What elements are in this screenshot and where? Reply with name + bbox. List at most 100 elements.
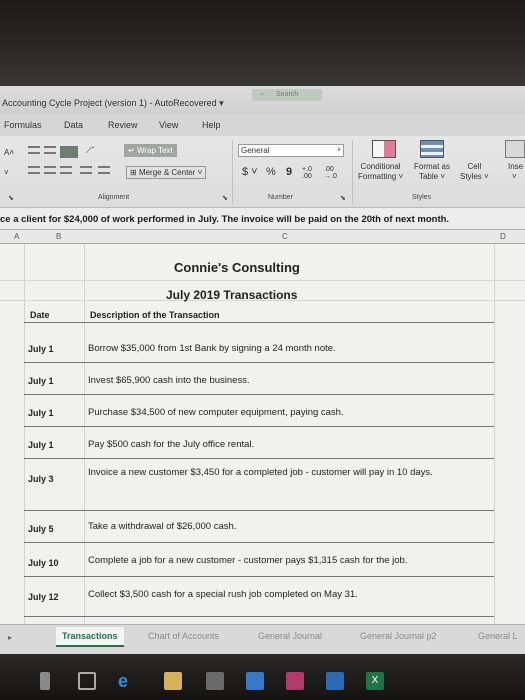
dark-screen-top	[0, 0, 525, 86]
company-name[interactable]: Connie's Consulting	[174, 260, 300, 275]
row-border	[24, 458, 494, 459]
conditional-formatting-button[interactable]: Conditional Formatting ˅	[358, 162, 403, 182]
align-middle-icon[interactable]	[44, 146, 56, 156]
align-center-icon[interactable]	[44, 166, 56, 176]
formula-bar-content: ce a client for $24,000 of work performe…	[0, 214, 450, 225]
transaction-date[interactable]: July 1	[28, 440, 54, 450]
transaction-date[interactable]: July 3	[28, 474, 54, 484]
transaction-description[interactable]: Purchase $34,500 of new computer equipme…	[88, 406, 483, 420]
number-format-select[interactable]: General ˅	[238, 144, 344, 157]
row-expand-icon[interactable]: ˅	[4, 168, 9, 177]
transaction-description[interactable]: Collect $3,500 cash for a special rush j…	[88, 588, 483, 602]
title-bar: Accounting Cycle Project (version 1) - A…	[0, 86, 525, 114]
date-column-header[interactable]: Date	[30, 310, 50, 320]
transaction-date[interactable]: July 5	[28, 524, 54, 534]
increase-indent-icon[interactable]	[98, 166, 110, 176]
transaction-description[interactable]: Invest $65,900 cash into the business.	[88, 374, 483, 388]
transaction-date[interactable]: July 1	[28, 408, 54, 418]
wrap-text-button[interactable]: ↵ Wrap Text	[124, 144, 177, 157]
comma-button[interactable]: 9	[286, 166, 292, 178]
wrap-text-icon: ↵	[128, 146, 135, 155]
alignment-group-label: Alignment	[98, 194, 130, 201]
tab-review[interactable]: Review	[108, 120, 138, 130]
transaction-description[interactable]: Invoice a new customer $3,450 for a comp…	[88, 466, 483, 480]
sheet-subtitle[interactable]: July 2019 Transactions	[166, 288, 297, 302]
alignment-dialog-launcher-icon[interactable]: ⬊	[222, 194, 228, 202]
row-border	[24, 426, 494, 427]
store-icon[interactable]	[206, 672, 224, 690]
scroll-tabs-icon[interactable]: ▸	[8, 633, 12, 642]
window-title: Accounting Cycle Project (version 1) - A…	[2, 98, 224, 108]
decrease-decimal-icon[interactable]: .00 →.0	[324, 166, 337, 180]
tab-data[interactable]: Data	[64, 120, 83, 130]
chevron-down-icon: ˅	[336, 147, 341, 154]
transaction-description[interactable]: Complete a job for a new customer - cust…	[88, 554, 483, 568]
formula-bar[interactable]: ce a client for $24,000 of work performe…	[0, 208, 525, 230]
ribbon-tabs: Formulas Data Review View Help	[0, 114, 525, 136]
sheet-tab-general-journal[interactable]: General Journal	[258, 631, 322, 641]
search-box[interactable]: ⌕ Search	[252, 89, 322, 101]
microphone-icon[interactable]	[40, 672, 50, 690]
merge-icon: ⊞	[130, 168, 137, 177]
column-header-a[interactable]: A	[14, 232, 19, 241]
row-border	[24, 542, 494, 543]
format-as-table-button[interactable]: Format as Table ˅	[414, 162, 450, 182]
task-view-icon[interactable]	[78, 672, 96, 690]
transaction-date[interactable]: July 12	[28, 592, 59, 602]
transaction-description[interactable]: Pay $500 cash for the July office rental…	[88, 438, 483, 452]
chevron-down-icon[interactable]: ˅	[512, 172, 517, 181]
align-left-icon[interactable]	[28, 166, 40, 176]
align-top-icon[interactable]	[28, 146, 40, 156]
font-dialog-launcher-icon[interactable]: ⬊	[8, 194, 14, 202]
insert-cells-icon[interactable]	[505, 140, 525, 158]
onenote-icon[interactable]	[286, 672, 304, 690]
transaction-date[interactable]: July 1	[28, 344, 54, 354]
description-column-header[interactable]: Description of the Transaction	[90, 310, 220, 320]
column-headers: A B C D	[0, 230, 525, 244]
worksheet-grid[interactable]: Connie's Consulting July 2019 Transactio…	[0, 244, 525, 624]
row-border	[24, 576, 494, 577]
sheet-tab-chart-of-accounts[interactable]: Chart of Accounts	[148, 631, 219, 641]
tab-help[interactable]: Help	[202, 120, 221, 130]
format-as-table-icon[interactable]	[420, 140, 444, 158]
align-bottom-icon[interactable]	[60, 146, 78, 158]
sheet-tab-general-ledger[interactable]: General L	[478, 631, 518, 641]
transaction-date[interactable]: July 10	[28, 558, 59, 568]
sheet-tabs: ▸ Transactions Chart of Accounts General…	[0, 624, 525, 654]
sheet-tab-general-journal-p2[interactable]: General Journal p2	[360, 631, 437, 641]
merge-center-button[interactable]: ⊞ Merge & Center ˅	[126, 166, 207, 179]
transaction-date[interactable]: July 1	[28, 376, 54, 386]
tab-view[interactable]: View	[159, 120, 178, 130]
increase-font-button[interactable]: A˄	[4, 148, 14, 157]
conditional-formatting-icon[interactable]	[372, 140, 396, 158]
row-border	[24, 510, 494, 511]
currency-button[interactable]: $ ˅	[242, 166, 258, 178]
cell-styles-button[interactable]: Cell Styles ˅	[460, 162, 489, 182]
orientation-icon[interactable]: ⟋ˇ	[86, 146, 94, 156]
styles-group-label: Styles	[412, 194, 432, 201]
edge-browser-icon[interactable]: e	[118, 672, 136, 690]
percent-button[interactable]: %	[266, 166, 276, 178]
gridline	[0, 280, 525, 281]
file-explorer-icon[interactable]	[164, 672, 182, 690]
mail-icon[interactable]	[326, 672, 344, 690]
number-dialog-launcher-icon[interactable]: ⬊	[340, 194, 346, 202]
autorecover-caret[interactable]: ▾	[219, 98, 224, 108]
gridline	[24, 244, 25, 624]
row-border	[24, 362, 494, 363]
increase-decimal-icon[interactable]: +.0.00	[302, 166, 312, 180]
column-header-c[interactable]: C	[282, 232, 288, 241]
align-right-icon[interactable]	[60, 166, 72, 176]
outlook-icon[interactable]	[246, 672, 264, 690]
ribbon-divider	[232, 140, 233, 204]
transaction-description[interactable]: Take a withdrawal of $26,000 cash.	[88, 520, 483, 534]
column-header-b[interactable]: B	[56, 232, 61, 241]
row-border	[24, 394, 494, 395]
transaction-description[interactable]: Borrow $35,000 from 1st Bank by signing …	[88, 342, 483, 356]
excel-icon[interactable]: X	[366, 672, 384, 690]
sheet-tab-transactions[interactable]: Transactions	[56, 627, 124, 647]
insert-button[interactable]: Inse	[508, 162, 523, 171]
decrease-indent-icon[interactable]	[80, 166, 92, 176]
column-header-d[interactable]: D	[500, 232, 506, 241]
tab-formulas[interactable]: Formulas	[4, 120, 42, 130]
